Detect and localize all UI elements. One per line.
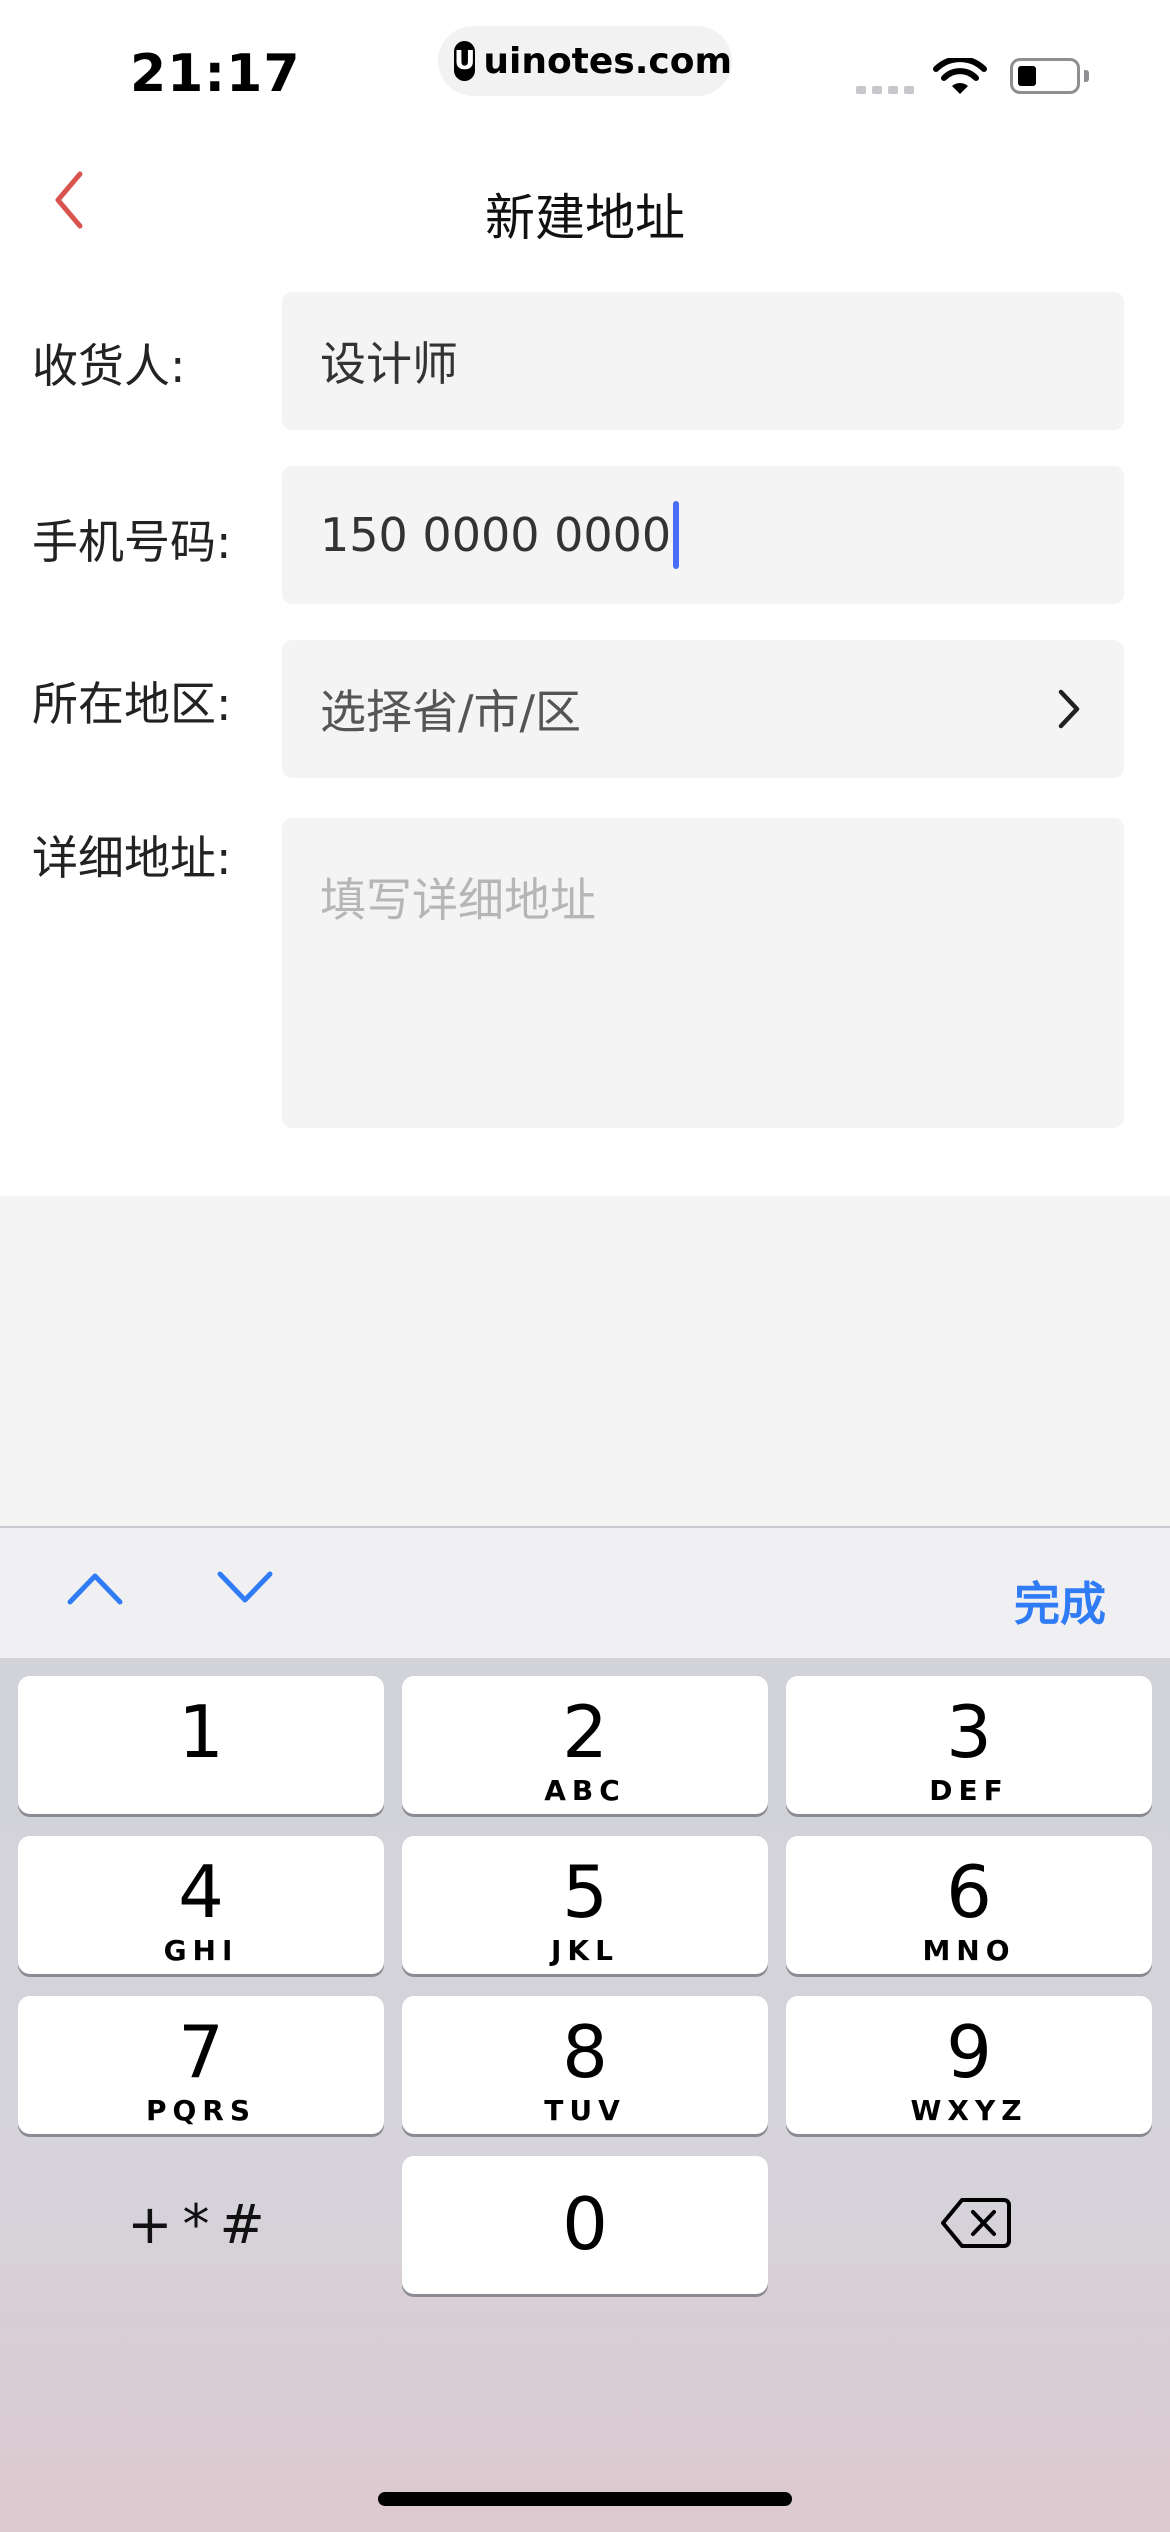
key-number: 2 [562, 1690, 608, 1774]
cellular-signal-icon [856, 86, 914, 94]
key-2[interactable]: 2 ABC [402, 1676, 768, 1814]
key-letters: TUV [544, 2094, 626, 2127]
site-logo-letter: U [454, 46, 476, 76]
done-button[interactable]: 完成 [1014, 1568, 1106, 1634]
chevron-down-icon[interactable] [216, 1570, 274, 1606]
key-number: 8 [562, 2010, 608, 2094]
home-indicator[interactable] [378, 2492, 792, 2506]
key-number: 6 [946, 1850, 992, 1934]
address-label: 详细地址: [32, 831, 232, 885]
battery-cap [1084, 70, 1089, 82]
page-background [0, 1196, 1170, 1526]
key-number: 0 [562, 2182, 608, 2266]
site-name: uinotes.com [483, 40, 732, 82]
phone-field[interactable]: 150 0000 0000 [282, 466, 1124, 604]
key-4[interactable]: 4 GHI [18, 1836, 384, 1974]
status-time: 21:17 [130, 44, 301, 104]
recipient-field[interactable]: 设计师 [282, 292, 1124, 430]
key-letters: JKL [551, 1934, 619, 1967]
key-number: 5 [562, 1850, 608, 1934]
key-letters: WXYZ [910, 2094, 1028, 2127]
address-placeholder: 填写详细地址 [320, 873, 596, 927]
key-8[interactable]: 8 TUV [402, 1996, 768, 2134]
site-logo: U [454, 41, 476, 81]
key-1[interactable]: 1 [18, 1676, 384, 1814]
key-letters: PQRS [145, 2094, 257, 2127]
region-value: 选择省/市/区 [320, 685, 581, 739]
key-letters: MNO [922, 1934, 1016, 1967]
chevron-right-icon [1058, 689, 1080, 729]
phone-value: 150 0000 0000 [320, 508, 672, 562]
key-number: 7 [178, 2010, 224, 2094]
region-selector[interactable]: 选择省/市/区 [282, 640, 1124, 778]
keyboard-accessory-bar [0, 1526, 1170, 1658]
recipient-value: 设计师 [320, 337, 458, 391]
key-7[interactable]: 7 PQRS [18, 1996, 384, 2134]
key-number: 9 [946, 2010, 992, 2094]
key-5[interactable]: 5 JKL [402, 1836, 768, 1974]
symbols-key[interactable]: +*# [18, 2170, 384, 2280]
chevron-up-icon[interactable] [66, 1570, 124, 1606]
key-letters: ABC [544, 1774, 626, 1807]
battery-icon [1010, 58, 1080, 94]
key-6[interactable]: 6 MNO [786, 1836, 1152, 1974]
page-title: 新建地址 [485, 189, 685, 247]
key-0[interactable]: 0 [402, 2156, 768, 2294]
key-letters: GHI [163, 1934, 239, 1967]
key-letters: DEF [929, 1774, 1009, 1807]
url-pill: U uinotes.com [438, 26, 732, 96]
key-number: 4 [178, 1850, 224, 1934]
region-label: 所在地区: [32, 677, 232, 731]
key-3[interactable]: 3 DEF [786, 1676, 1152, 1814]
phone-label: 手机号码: [32, 515, 232, 569]
text-caret [673, 501, 680, 569]
recipient-label: 收货人: [32, 339, 186, 393]
key-number: 3 [946, 1690, 992, 1774]
backspace-icon[interactable] [940, 2196, 1012, 2250]
address-textarea[interactable]: 填写详细地址 [282, 818, 1124, 1128]
key-9[interactable]: 9 WXYZ [786, 1996, 1152, 2134]
wifi-icon [933, 58, 987, 94]
key-number: 1 [178, 1690, 224, 1774]
